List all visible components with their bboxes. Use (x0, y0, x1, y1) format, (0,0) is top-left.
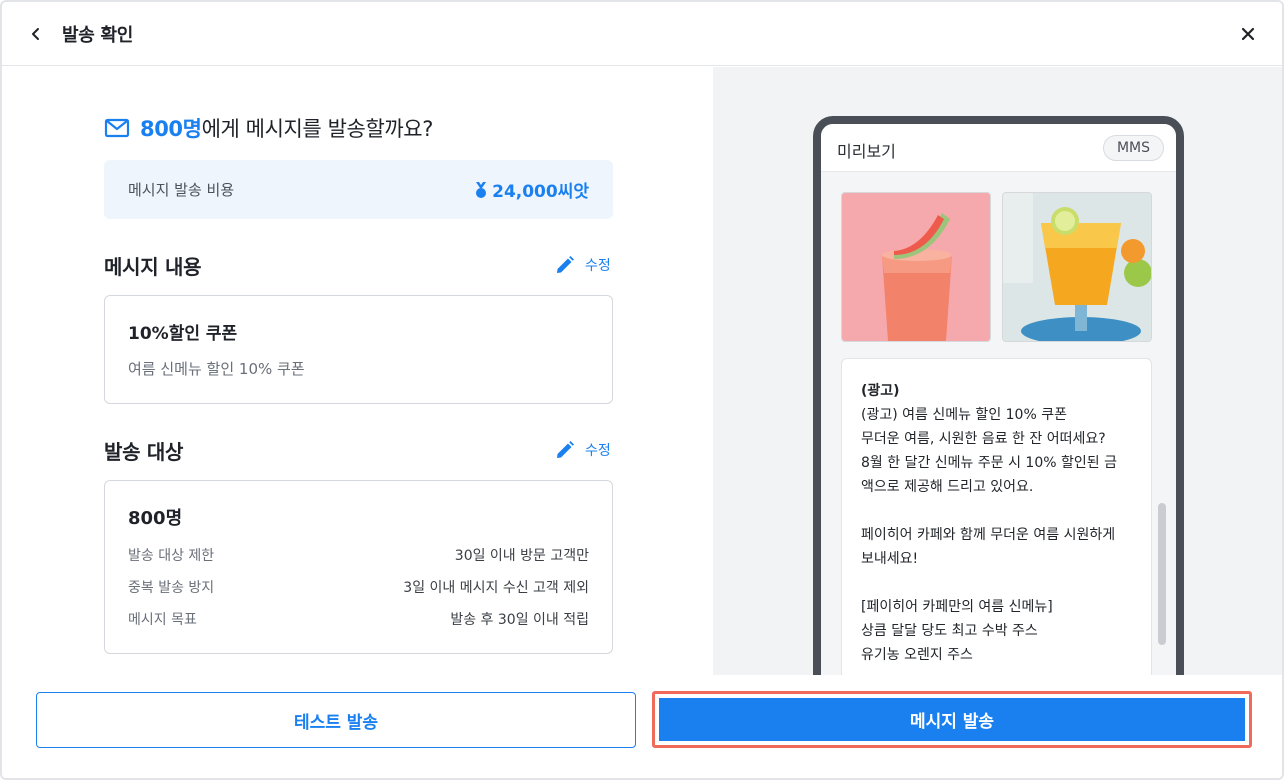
test-send-button[interactable]: 테스트 발송 (36, 692, 636, 748)
pencil-icon (555, 440, 575, 460)
message-section-title: 메시지 내용 (104, 255, 202, 279)
cost-value-group: 24,000씨앗 (475, 177, 589, 202)
target-count: 800명 (128, 508, 183, 529)
send-message-button[interactable]: 메시지 발송 (659, 698, 1245, 741)
question-text: 에게 메시지를 발송할까요? (201, 117, 434, 141)
target-row: 중복 발송 방지 3일 이내 메시지 수신 고객 제외 (128, 577, 589, 597)
dialog-footer: 테스트 발송 메시지 발송 (2, 675, 1282, 778)
target-row-label: 발송 대상 제한 (128, 548, 215, 564)
phone-screen[interactable]: 미리보기 MMS (광고) (광고) 여름 신메뉴 할인 10% 쿠폰 무더운 … (821, 124, 1176, 675)
target-card: 800명 발송 대상 제한 30일 이내 방문 고객만 중복 발송 방지 3일 … (104, 480, 613, 654)
message-preview-bubble: (광고) (광고) 여름 신메뉴 할인 10% 쿠폰 무더운 여름, 시원한 음… (841, 358, 1152, 675)
edit-target-button[interactable]: 수정 (555, 440, 611, 460)
recipient-count: 800명 (140, 117, 202, 141)
message-line: 8월 한 달간 신메뉴 주문 시 10% 할인된 금 (861, 455, 1117, 471)
message-line: 페이히어 카페와 함께 무더운 여름 시원하게 (861, 527, 1116, 543)
cost-label: 메시지 발송 비용 (128, 181, 235, 199)
edit-target-label: 수정 (585, 443, 611, 459)
cost-box: 메시지 발송 비용 24,000씨앗 (104, 160, 613, 219)
cost-value: 24,000씨앗 (492, 182, 589, 202)
target-row-value: 30일 이내 방문 고객만 (454, 548, 589, 564)
orange-juice-image (1002, 192, 1152, 342)
target-section-title: 발송 대상 (104, 440, 184, 464)
target-row-value: 발송 후 30일 이내 적립 (450, 612, 589, 628)
target-row-label: 메시지 목표 (128, 612, 197, 628)
message-line: 액으로 제공해 드리고 있어요. (861, 479, 1034, 495)
edit-message-label: 수정 (585, 258, 611, 274)
pencil-icon (555, 255, 575, 275)
phone-frame: 미리보기 MMS (광고) (광고) 여름 신메뉴 할인 10% 쿠폰 무더운 … (813, 116, 1184, 675)
message-line (861, 571, 1132, 595)
message-line (861, 499, 1132, 523)
message-line: [페이히어 카페만의 여름 신메뉴] (861, 599, 1053, 615)
send-button-highlight: 메시지 발송 (652, 691, 1252, 748)
target-row-label: 중복 발송 방지 (128, 580, 215, 596)
back-button[interactable] (22, 20, 50, 48)
mail-icon (104, 117, 130, 139)
mms-badge: MMS (1102, 135, 1164, 161)
coupon-description: 여름 신메뉴 할인 10% 쿠폰 (128, 360, 305, 378)
send-confirm-dialog: 발송 확인 800명 에게 메시지를 발송할까요? 메시지 발송 비용 24,0… (0, 0, 1284, 780)
preview-title: 미리보기 (837, 142, 896, 161)
message-line: 무더운 여름, 시원한 음료 한 잔 어떠세요? (861, 431, 1106, 447)
target-row-value: 3일 이내 메시지 수신 고객 제외 (403, 580, 589, 596)
preview-header: 미리보기 MMS (821, 124, 1176, 172)
close-button[interactable] (1234, 20, 1262, 48)
message-line: (광고) (861, 383, 900, 399)
message-line: 상큼 달달 당도 최고 수박 주스 (861, 623, 1038, 639)
edit-message-button[interactable]: 수정 (555, 255, 611, 275)
coupon-title: 10%할인 쿠폰 (128, 324, 238, 344)
target-row: 발송 대상 제한 30일 이내 방문 고객만 (128, 545, 589, 565)
send-question: 800명 에게 메시지를 발송할까요? (104, 113, 433, 143)
summary-panel: 800명 에게 메시지를 발송할까요? 메시지 발송 비용 24,000씨앗 메… (2, 67, 712, 675)
message-line: 유기농 오렌지 주스 (861, 647, 973, 663)
preview-panel: 미리보기 MMS (광고) (광고) 여름 신메뉴 할인 10% 쿠폰 무더운 … (713, 67, 1282, 675)
message-line: (광고) 여름 신메뉴 할인 10% 쿠폰 (861, 407, 1067, 423)
medal-icon (475, 181, 487, 199)
dialog-title: 발송 확인 (62, 25, 134, 46)
preview-scrollbar[interactable] (1158, 503, 1166, 645)
dialog-header: 발송 확인 (2, 2, 1282, 66)
close-icon (1241, 27, 1255, 41)
message-card: 10%할인 쿠폰 여름 신메뉴 할인 10% 쿠폰 (104, 295, 613, 404)
watermelon-juice-image (841, 192, 991, 342)
target-row: 메시지 목표 발송 후 30일 이내 적립 (128, 609, 589, 629)
message-line: 보내세요! (861, 551, 919, 567)
chevron-left-icon (32, 28, 39, 40)
